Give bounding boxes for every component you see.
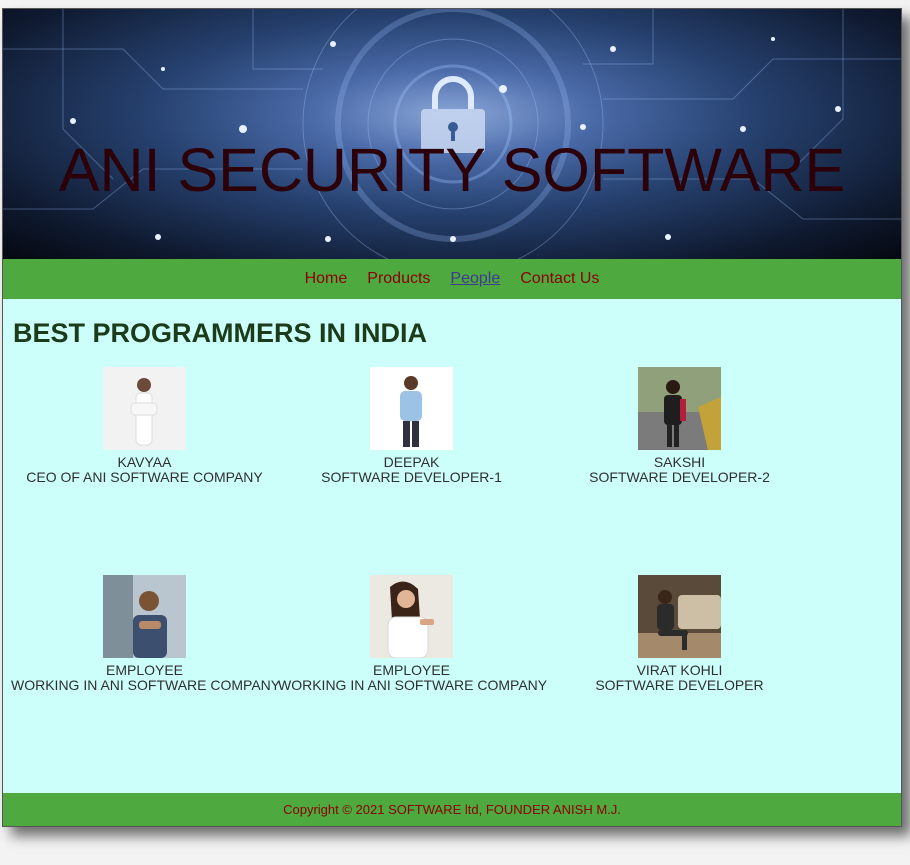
person-name: KAVYAA [117, 454, 172, 470]
person-photo [103, 367, 186, 450]
page-heading: BEST PROGRAMMERS IN INDIA [13, 318, 428, 348]
person-photo [103, 575, 186, 658]
nav-people-link[interactable]: People [450, 270, 500, 288]
people-grid: KAVYAA CEO OF ANI SOFTWARE COMPANY DEEPA… [3, 367, 901, 787]
person-card: DEEPAK SOFTWARE DEVELOPER-1 [278, 367, 545, 485]
header-banner: ANI SECURITY SOFTWARE [3, 9, 901, 259]
footer: Copyright © 2021 SOFTWARE ltd, FOUNDER A… [3, 793, 901, 826]
nav-home-link[interactable]: Home [305, 270, 348, 288]
person-role: WORKING IN ANI SOFTWARE COMPANY [278, 677, 548, 693]
nav-products-link[interactable]: Products [367, 270, 430, 288]
site-title: ANI SECURITY SOFTWARE [58, 136, 846, 204]
person-card: KAVYAA CEO OF ANI SOFTWARE COMPANY [11, 367, 278, 485]
person-name: VIRAT KOHLI [636, 662, 723, 678]
circuit-lock-background [3, 9, 901, 259]
person-name: SAKSHI [653, 454, 706, 470]
main-nav: Home Products People Contact Us [3, 259, 901, 299]
person-photo [370, 575, 453, 658]
copyright-text: Copyright © 2021 SOFTWARE ltd, FOUNDER A… [283, 802, 621, 817]
person-card: VIRAT KOHLI SOFTWARE DEVELOPER [546, 575, 813, 693]
person-photo [638, 575, 721, 658]
person-role: SOFTWARE DEVELOPER [595, 677, 764, 693]
person-photo [638, 367, 721, 450]
page-container: ANI SECURITY SOFTWARE Home Products Peop… [2, 8, 902, 827]
person-role: SOFTWARE DEVELOPER-1 [321, 469, 502, 485]
person-photo [370, 367, 453, 450]
person-role: CEO OF ANI SOFTWARE COMPANY [26, 469, 263, 485]
person-card: EMPLOYEE WORKING IN ANI SOFTWARE COMPANY [278, 575, 548, 693]
nav-contact-link[interactable]: Contact Us [520, 270, 599, 288]
person-card: SAKSHI SOFTWARE DEVELOPER-2 [546, 367, 813, 485]
person-name: EMPLOYEE [372, 662, 451, 678]
person-role: SOFTWARE DEVELOPER-2 [589, 469, 770, 485]
person-role: WORKING IN ANI SOFTWARE COMPANY [11, 677, 281, 693]
person-name: EMPLOYEE [105, 662, 184, 678]
person-card: EMPLOYEE WORKING IN ANI SOFTWARE COMPANY [11, 575, 281, 693]
person-name: DEEPAK [383, 454, 440, 470]
